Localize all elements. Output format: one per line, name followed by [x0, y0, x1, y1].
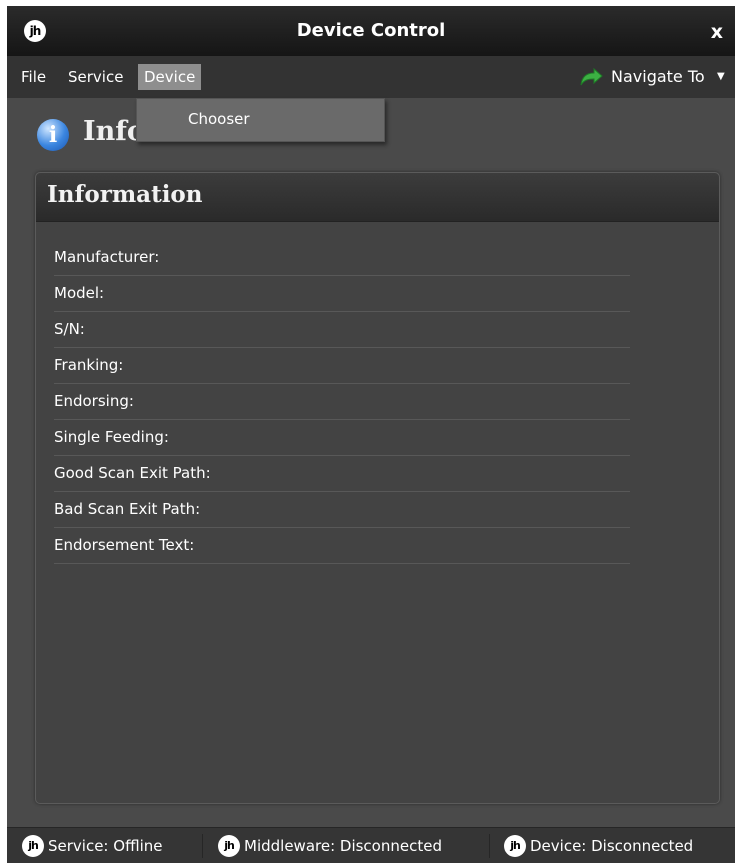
title-bar: jh Device Control x [7, 6, 735, 56]
field-serial-number: S/N: [54, 311, 630, 348]
field-franking: Franking: [54, 347, 630, 384]
field-endorsement-text: Endorsement Text: [54, 527, 630, 564]
menu-file[interactable]: File [15, 64, 52, 90]
jh-logo-icon: jh [504, 835, 526, 857]
dropdown-item-chooser[interactable]: Chooser [188, 99, 250, 139]
menu-bar: File Service Device Navigate To ▼ [7, 56, 735, 98]
status-service-text: Service: Offline [48, 837, 163, 855]
status-middleware-text: Middleware: Disconnected [244, 837, 442, 855]
close-button[interactable]: x [711, 6, 723, 58]
information-panel: Information Manufacturer: Model: S/N: Fr… [35, 172, 720, 804]
field-endorsing: Endorsing: [54, 383, 630, 420]
menu-device[interactable]: Device [138, 64, 202, 90]
jh-logo-icon: jh [218, 835, 240, 857]
status-divider [489, 834, 490, 858]
jh-logo-icon: jh [22, 835, 44, 857]
menu-service[interactable]: Service [62, 64, 129, 90]
device-dropdown-menu: Chooser [136, 98, 385, 142]
panel-header: Information [36, 173, 719, 222]
field-good-scan-exit-path: Good Scan Exit Path: [54, 455, 630, 492]
navigate-arrow-icon [580, 67, 603, 86]
field-single-feeding: Single Feeding: [54, 419, 630, 456]
panel-title: Information [47, 181, 203, 208]
chevron-down-icon: ▼ [717, 71, 725, 82]
status-divider [202, 834, 203, 858]
info-icon: i [37, 119, 69, 151]
status-device-text: Device: Disconnected [530, 837, 694, 855]
navigate-to-button[interactable]: Navigate To ▼ [579, 64, 731, 90]
window-title: Device Control [296, 20, 446, 41]
field-bad-scan-exit-path: Bad Scan Exit Path: [54, 491, 630, 528]
status-bar: jh Service: Offline jh Middleware: Disco… [7, 827, 735, 863]
field-manufacturer: Manufacturer: [54, 239, 630, 276]
field-model: Model: [54, 275, 630, 312]
device-control-window: jh Device Control x File Service Device … [7, 6, 735, 863]
navigate-to-label: Navigate To [611, 67, 705, 86]
